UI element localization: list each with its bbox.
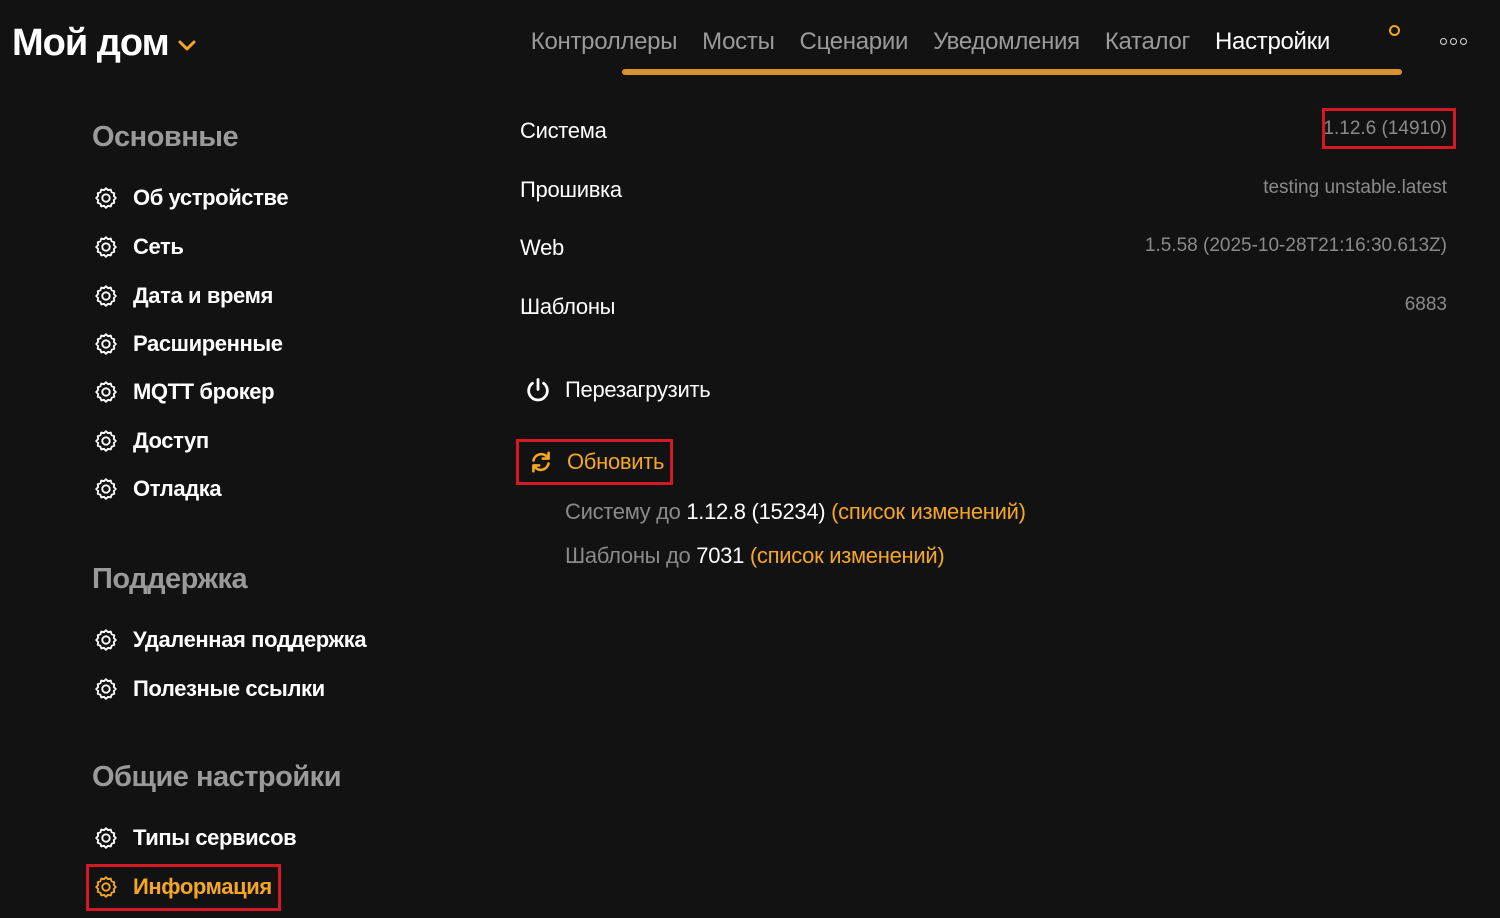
tab-scenarios[interactable]: Сценарии — [800, 28, 909, 56]
system-update-prefix: Системy до — [565, 499, 681, 524]
info-label-web: Web — [520, 235, 564, 260]
gear-icon — [92, 330, 120, 358]
gear-icon — [92, 184, 120, 212]
section-title-main: Основные — [92, 121, 239, 153]
tabs-fade — [504, 22, 534, 62]
dot-icon — [1440, 38, 1447, 45]
info-value-web: 1.5.58 (2025-10-28T21:16:30.613Z) — [1144, 235, 1447, 256]
gear-icon — [92, 282, 120, 310]
sidebar-item-label: Об устройстве — [133, 185, 289, 210]
sidebar-item-service-types[interactable]: Типы сервисов — [92, 822, 297, 854]
highlight-box-information — [86, 864, 281, 911]
home-selector[interactable]: Мой дом — [12, 22, 197, 65]
sidebar-item-about-device[interactable]: Об устройстве — [92, 182, 289, 214]
tab-controllers[interactable]: Контроллеры — [531, 28, 678, 56]
refresh-icon — [529, 450, 553, 474]
power-icon — [524, 376, 552, 404]
home-title: Мой дом — [12, 22, 170, 64]
info-label-system: Система — [520, 118, 607, 143]
sidebar-item-date-time[interactable]: Дата и время — [92, 280, 273, 312]
gear-icon — [92, 475, 120, 503]
sidebar-item-access[interactable]: Доступ — [92, 425, 209, 457]
system-changelog-link[interactable]: (список изменений) — [831, 499, 1026, 524]
gear-icon — [92, 378, 120, 406]
sidebar-item-label: Сеть — [133, 234, 184, 259]
reboot-label: Перезагрузить — [565, 377, 711, 402]
templates-update-prefix: Шаблоны до — [565, 543, 691, 568]
top-tabs: за Контроллеры Мосты Сценарии Уведомлени… — [504, 26, 1384, 58]
sidebar-item-advanced[interactable]: Расширенные — [92, 328, 283, 360]
templates-update-line: Шаблоны до 7031 (список изменений) — [565, 543, 945, 569]
sidebar-item-label: Дата и время — [133, 283, 273, 308]
tab-bridges[interactable]: Мосты — [702, 28, 775, 56]
info-label-templates: Шаблоны — [520, 294, 616, 319]
notification-dot-icon — [1389, 25, 1400, 36]
gear-icon — [92, 427, 120, 455]
info-value-firmware: testing unstable.latest — [1263, 177, 1447, 198]
tab-settings[interactable]: Настройки — [1215, 28, 1330, 56]
dot-icon — [1450, 38, 1457, 45]
sidebar-item-network[interactable]: Сеть — [92, 231, 184, 263]
templates-changelog-link[interactable]: (список изменений) — [750, 543, 945, 568]
tab-notifications[interactable]: Уведомления — [933, 28, 1080, 56]
sidebar-item-mqtt-broker[interactable]: MQTT брокер — [92, 376, 275, 408]
templates-update-version: 7031 — [696, 543, 745, 568]
sidebar-item-debug[interactable]: Отладка — [92, 473, 222, 505]
highlight-box-system-version — [1322, 108, 1456, 149]
dot-icon — [1460, 38, 1467, 45]
reboot-button[interactable]: Перезагрузить — [524, 376, 711, 404]
gear-icon — [92, 233, 120, 261]
active-tab-indicator — [622, 69, 1402, 75]
section-title-general-settings: Общие настройки — [92, 761, 342, 793]
sidebar-item-label: Полезные ссылки — [133, 676, 325, 701]
system-update-version: 1.12.8 (15234) — [686, 499, 826, 524]
system-update-line: Системy до 1.12.8 (15234) (список измене… — [565, 499, 1026, 525]
update-label: Обновить — [567, 449, 665, 474]
sidebar-item-label: MQTT брокер — [133, 379, 275, 404]
update-button[interactable]: Обновить — [516, 439, 673, 485]
sidebar-item-label: Расширенные — [133, 331, 283, 356]
tab-catalog[interactable]: Каталог — [1105, 28, 1190, 56]
gear-icon — [92, 824, 120, 852]
gear-icon — [92, 675, 120, 703]
gear-icon — [92, 626, 120, 654]
chevron-down-icon — [178, 40, 196, 50]
sidebar-item-remote-support[interactable]: Удаленная поддержка — [92, 624, 367, 656]
sidebar-item-label: Доступ — [133, 428, 209, 453]
sidebar-item-label: Удаленная поддержка — [133, 627, 367, 652]
info-value-templates: 6883 — [1404, 294, 1447, 315]
section-title-support: Поддержка — [92, 563, 248, 595]
more-menu-button[interactable] — [1440, 38, 1467, 45]
sidebar-item-label: Типы сервисов — [133, 825, 297, 850]
sidebar-item-useful-links[interactable]: Полезные ссылки — [92, 673, 325, 705]
sidebar-item-label: Отладка — [133, 476, 222, 501]
info-label-firmware: Прошивка — [520, 177, 622, 202]
